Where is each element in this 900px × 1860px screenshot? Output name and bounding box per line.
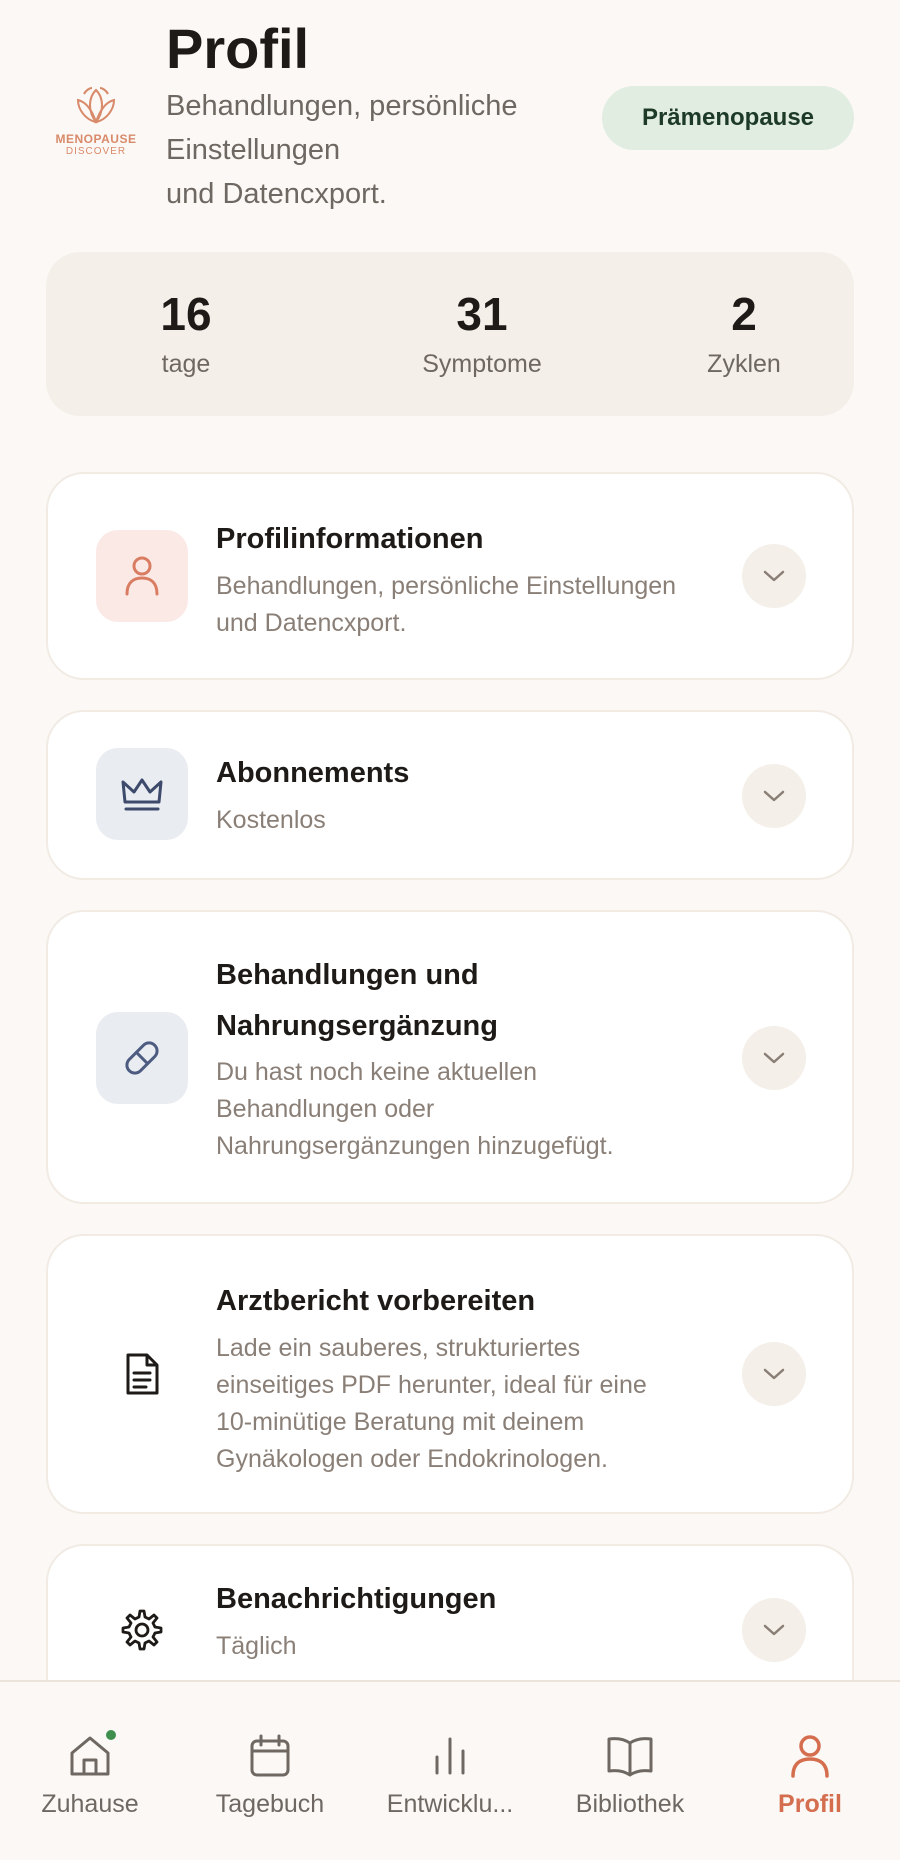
card-subscriptions[interactable]: Abonnements Kostenlos (46, 710, 854, 880)
card-description: Kostenlos (216, 806, 326, 834)
expand-button[interactable] (742, 544, 806, 608)
card-icon-wrap (96, 748, 188, 840)
card-description: Täglich (216, 1632, 297, 1660)
card-title: Abonnements (216, 757, 410, 789)
card-description-line: einseitiges PDF herunter, ideal für eine (216, 1371, 647, 1399)
calendar-icon (250, 1734, 290, 1777)
logo-text-bottom: DISCOVER (65, 146, 127, 157)
stat-cycles: 2 Zyklen (644, 286, 844, 379)
card-description-line: Behandlungen, persönliche Einstellungen (216, 572, 677, 600)
card-description-line: Nahrungsergänzungen hinzugefügt. (216, 1132, 614, 1160)
expand-button[interactable] (742, 1342, 806, 1406)
nav-item-profile[interactable]: Profil (720, 1728, 900, 1819)
card-title: Behandlungen und Nahrungsergänzung (216, 950, 746, 1052)
nav-item-diary[interactable]: Tagebuch (180, 1728, 360, 1819)
nav-icon-wrap (720, 1728, 900, 1784)
nav-icon-wrap (0, 1728, 180, 1784)
card-icon-wrap (96, 1012, 188, 1104)
chevron-down-icon (763, 1052, 785, 1064)
stat-days: 16 tage (86, 286, 286, 379)
stat-value: 31 (456, 288, 508, 340)
page-subtitle: Behandlungen, persönliche Einstellungen … (166, 84, 576, 216)
expand-button[interactable] (742, 1598, 806, 1662)
stat-value: 16 (160, 288, 212, 340)
card-description: Lade ein sauberes, strukturiertes einsei… (216, 1330, 746, 1478)
page-subtitle-line: Einstellungen (166, 134, 341, 166)
stats-panel: 16 tage 31 Symptome 2 Zyklen (46, 252, 854, 416)
app-logo: MENOPAUSE DISCOVER (54, 82, 138, 157)
page-title: Profil (166, 17, 310, 80)
book-icon (607, 1737, 653, 1777)
user-icon (125, 556, 159, 596)
chevron-down-icon (763, 790, 785, 802)
card-icon-wrap (96, 1328, 188, 1420)
card-icon-wrap (96, 530, 188, 622)
nav-label: Entwicklu... (386, 1790, 514, 1818)
card-title: Arztbericht vorbereiten (216, 1285, 536, 1317)
stat-symptoms: 31 Symptome (382, 286, 582, 379)
nav-label: Zuhause (41, 1790, 139, 1818)
crown-icon (121, 778, 163, 811)
profile-icon (791, 1735, 829, 1778)
profile-header: MENOPAUSE DISCOVER Profil Behandlungen, … (0, 0, 900, 230)
stat-label: Symptome (422, 350, 542, 378)
nav-item-progress[interactable]: Entwicklu... (360, 1728, 540, 1819)
card-doctor-report[interactable]: Arztbericht vorbereiten Lade ein saubere… (46, 1234, 854, 1514)
card-title: Profilinformationen (216, 523, 484, 555)
card-treatments[interactable]: Behandlungen und Nahrungsergänzung Du ha… (46, 910, 854, 1204)
stat-value: 2 (731, 288, 757, 340)
card-title: Benachrichtigungen (216, 1583, 497, 1615)
card-description-line: Gynäkologen oder Endokrinologen. (216, 1445, 608, 1473)
card-description-line: Lade ein sauberes, strukturiertes (216, 1334, 581, 1362)
nav-item-home[interactable]: Zuhause (0, 1728, 180, 1819)
gear-icon (121, 1609, 163, 1651)
notification-dot (104, 1728, 118, 1742)
chevron-down-icon (763, 570, 785, 582)
chevron-down-icon (763, 1624, 785, 1636)
card-description-line: Du hast noch keine aktuellen (216, 1058, 538, 1086)
document-icon (126, 1353, 159, 1395)
page-subtitle-line: Behandlungen, persönliche (166, 90, 518, 122)
stat-label: tage (161, 350, 211, 378)
card-description-line: und Datencxport. (216, 609, 407, 637)
card-description: Du hast noch keine aktuellen Behandlunge… (216, 1054, 746, 1165)
nav-icon-wrap (180, 1728, 360, 1784)
pill-icon (125, 1041, 159, 1075)
nav-label: Bibliothek (575, 1790, 685, 1818)
card-description-line: 10-minütige Beratung mit deinem (216, 1408, 585, 1436)
card-description: Behandlungen, persönliche Einstellungen … (216, 568, 746, 642)
page-subtitle-line: und Datencxport. (166, 178, 387, 210)
nav-label: Profil (778, 1790, 842, 1818)
phase-badge[interactable]: Prämenopause (602, 86, 854, 150)
card-title-line: Behandlungen und (216, 959, 479, 991)
expand-button[interactable] (742, 764, 806, 828)
card-icon-wrap (96, 1584, 188, 1676)
chevron-down-icon (763, 1368, 785, 1380)
lotus-logo-icon (76, 87, 116, 124)
nav-label: Tagebuch (215, 1790, 325, 1818)
bottom-navigation: Zuhause Tagebuch Entwicklu... Bibliothek… (0, 1680, 900, 1860)
nav-icon-wrap (360, 1728, 540, 1784)
nav-icon-wrap (540, 1728, 720, 1784)
bar-chart-icon (435, 1737, 465, 1775)
stat-label: Zyklen (707, 350, 781, 378)
card-profile-info[interactable]: Profilinformationen Behandlungen, persön… (46, 472, 854, 680)
logo-text-top: MENOPAUSE (55, 132, 137, 146)
expand-button[interactable] (742, 1026, 806, 1090)
card-description-line: Behandlungen oder (216, 1095, 435, 1123)
card-title-line: Nahrungsergänzung (216, 1010, 498, 1042)
nav-item-library[interactable]: Bibliothek (540, 1728, 720, 1819)
